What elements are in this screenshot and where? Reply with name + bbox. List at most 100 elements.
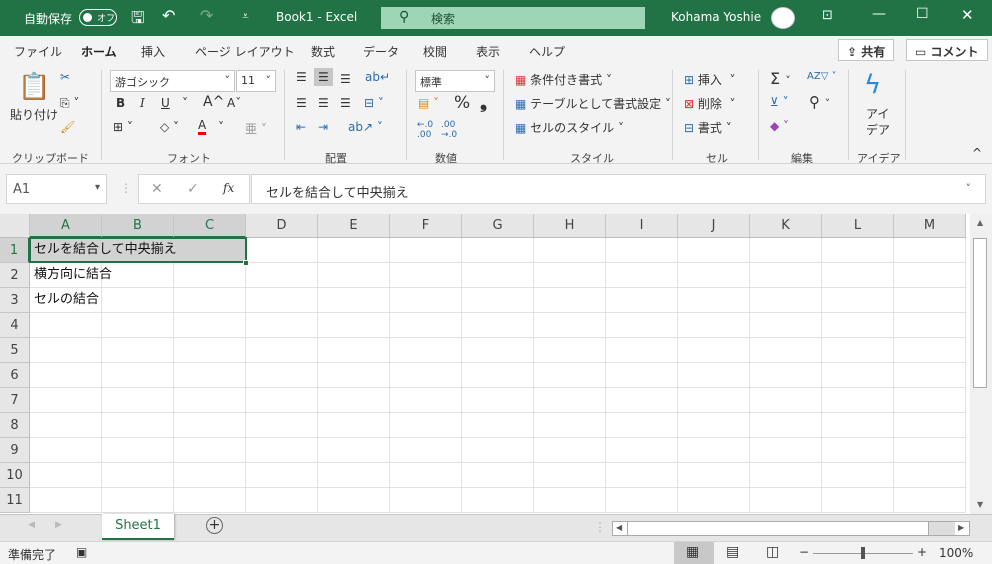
cell-K3[interactable] xyxy=(750,288,822,313)
cell-I6[interactable] xyxy=(606,363,678,388)
cell-M5[interactable] xyxy=(894,338,966,363)
align-right-icon[interactable]: ☰ xyxy=(340,96,351,110)
increase-decimal-button[interactable]: ←.0 .00 xyxy=(417,120,437,140)
cell-G2[interactable] xyxy=(462,263,534,288)
comma-button[interactable]: ❟ xyxy=(480,92,487,113)
next-sheet-icon[interactable]: ▶ xyxy=(55,520,62,530)
column-header-M[interactable]: M xyxy=(894,214,966,238)
comment-button[interactable]: ▭ コメント xyxy=(906,39,988,61)
cell-A7[interactable] xyxy=(30,388,102,413)
share-button[interactable]: ⇪ 共有 xyxy=(838,39,895,61)
row-header-3[interactable]: 3 xyxy=(0,288,30,313)
tab-insert[interactable]: 挿入 xyxy=(141,43,165,60)
row-header-2[interactable]: 2 xyxy=(0,263,30,288)
tab-file[interactable]: ファイル xyxy=(14,43,62,60)
cell-I7[interactable] xyxy=(606,388,678,413)
cell-I9[interactable] xyxy=(606,438,678,463)
cell-H6[interactable] xyxy=(534,363,606,388)
cell-E7[interactable] xyxy=(318,388,390,413)
cell-B6[interactable] xyxy=(102,363,174,388)
cell-C2[interactable] xyxy=(174,263,246,288)
cell-K10[interactable] xyxy=(750,463,822,488)
cell-F10[interactable] xyxy=(390,463,462,488)
macro-record-icon[interactable]: ▣ xyxy=(76,545,87,559)
format-as-table-button[interactable]: ▦ テーブルとして書式設定 ˅ xyxy=(515,95,671,112)
cell-L11[interactable] xyxy=(822,488,894,513)
ideas-icon[interactable]: ϟ xyxy=(864,70,881,100)
fill-color-icon[interactable]: ◇ ˅ xyxy=(160,120,179,134)
cell-D10[interactable] xyxy=(246,463,318,488)
cell-D4[interactable] xyxy=(246,313,318,338)
cell-C5[interactable] xyxy=(174,338,246,363)
cell-L2[interactable] xyxy=(822,263,894,288)
cell-I4[interactable] xyxy=(606,313,678,338)
cell-E5[interactable] xyxy=(318,338,390,363)
column-header-E[interactable]: E xyxy=(318,214,390,238)
cell-I3[interactable] xyxy=(606,288,678,313)
wrap-text-icon[interactable]: ab↵ xyxy=(365,70,390,84)
cell-H11[interactable] xyxy=(534,488,606,513)
autosave-toggle[interactable]: オフ xyxy=(79,9,117,26)
cell-J9[interactable] xyxy=(678,438,750,463)
format-cells-button[interactable]: ⊟ 書式 ˅ xyxy=(684,119,732,136)
cell-K2[interactable] xyxy=(750,263,822,288)
ribbon-display-icon[interactable]: ⊡ xyxy=(822,8,833,23)
cell-J1[interactable] xyxy=(678,238,750,263)
add-sheet-button[interactable]: + xyxy=(206,517,223,534)
cut-icon[interactable]: ✂ xyxy=(60,70,70,84)
cell-D6[interactable] xyxy=(246,363,318,388)
cell-F2[interactable] xyxy=(390,263,462,288)
cell-K8[interactable] xyxy=(750,413,822,438)
borders-icon[interactable]: ⊞ ˅ xyxy=(113,120,133,134)
cell-G8[interactable] xyxy=(462,413,534,438)
cell-G3[interactable] xyxy=(462,288,534,313)
cell-F8[interactable] xyxy=(390,413,462,438)
cell-H3[interactable] xyxy=(534,288,606,313)
cell-F5[interactable] xyxy=(390,338,462,363)
zoom-slider-thumb[interactable] xyxy=(861,547,865,559)
row-header-6[interactable]: 6 xyxy=(0,363,30,388)
cell-B4[interactable] xyxy=(102,313,174,338)
cell-I2[interactable] xyxy=(606,263,678,288)
horizontal-scroll-thumb[interactable] xyxy=(627,521,929,536)
page-break-view-icon[interactable]: ◫ xyxy=(766,544,779,560)
find-select-button[interactable]: ⚲ ˅ xyxy=(809,93,830,111)
cell-F1[interactable] xyxy=(390,238,462,263)
cell-K4[interactable] xyxy=(750,313,822,338)
avatar[interactable] xyxy=(771,7,795,29)
font-color-dropdown-icon[interactable]: ˅ xyxy=(218,120,224,134)
cell-F11[interactable] xyxy=(390,488,462,513)
cell-C9[interactable] xyxy=(174,438,246,463)
align-left-icon[interactable]: ☰ xyxy=(296,96,307,110)
cell-A11[interactable] xyxy=(30,488,102,513)
horizontal-scrollbar[interactable]: ◀ ▶ xyxy=(612,521,970,536)
enter-icon[interactable]: ✓ xyxy=(187,181,199,197)
column-header-I[interactable]: I xyxy=(606,214,678,238)
cell-H9[interactable] xyxy=(534,438,606,463)
cell-D11[interactable] xyxy=(246,488,318,513)
cell-L1[interactable] xyxy=(822,238,894,263)
cell-L6[interactable] xyxy=(822,363,894,388)
cell-E3[interactable] xyxy=(318,288,390,313)
tab-page-layout[interactable]: ページ レイアウト xyxy=(195,43,295,60)
cell-B2[interactable] xyxy=(102,263,174,288)
sheet-tab-sheet1[interactable]: Sheet1 xyxy=(102,514,174,540)
clear-icon[interactable]: ◆ ˅ xyxy=(770,119,789,133)
cell-C4[interactable] xyxy=(174,313,246,338)
ideas-button[interactable]: アイ デア xyxy=(866,106,890,138)
underline-dropdown-icon[interactable]: ˅ xyxy=(182,96,188,110)
cell-B10[interactable] xyxy=(102,463,174,488)
align-center-icon[interactable]: ☰ xyxy=(318,96,329,110)
cell-K1[interactable] xyxy=(750,238,822,263)
paste-icon[interactable]: 📋 xyxy=(18,72,50,102)
conditional-format-button[interactable]: ▦ 条件付き書式 ˅ xyxy=(515,71,612,88)
format-painter-icon[interactable]: 🖌 xyxy=(60,120,75,134)
fill-handle[interactable] xyxy=(243,260,249,266)
cell-E11[interactable] xyxy=(318,488,390,513)
zoom-out-button[interactable]: − xyxy=(799,545,809,559)
cell-G5[interactable] xyxy=(462,338,534,363)
cell-H7[interactable] xyxy=(534,388,606,413)
formula-input[interactable]: セルを結合して中央揃え ˅ xyxy=(251,174,986,204)
sort-filter-button[interactable]: AZ▽ ˅ xyxy=(807,71,837,82)
cell-E9[interactable] xyxy=(318,438,390,463)
